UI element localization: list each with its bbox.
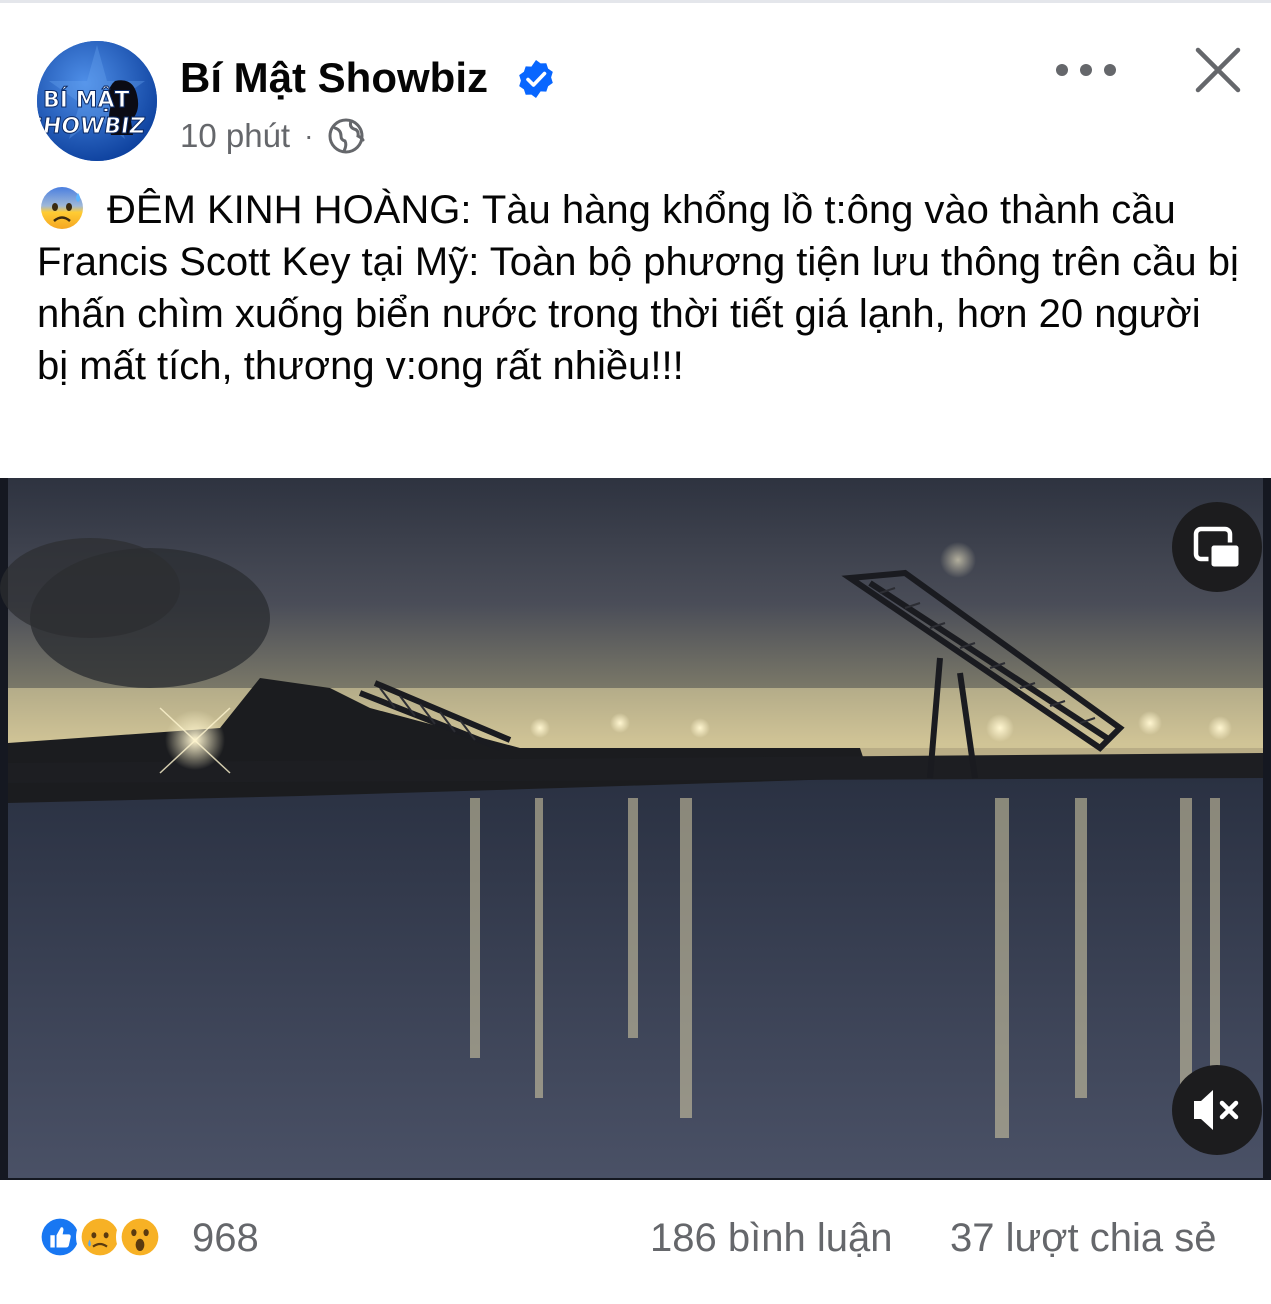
globe-icon xyxy=(328,118,365,154)
more-horizontal-icon xyxy=(1056,64,1068,76)
mute-toggle-button[interactable] xyxy=(1172,1065,1262,1155)
comments-count-link[interactable]: 186 bình luận xyxy=(650,1214,892,1262)
post-time[interactable]: 10 phút xyxy=(180,117,290,155)
svg-text:BÍ MẬT: BÍ MẬT xyxy=(43,86,130,113)
more-options-button[interactable] xyxy=(1056,52,1116,88)
picture-in-picture-button[interactable] xyxy=(1172,502,1262,592)
page-avatar[interactable]: BÍ MẬT SHOWBIZ xyxy=(37,41,157,161)
muted-speaker-icon xyxy=(1194,1090,1239,1130)
svg-text:SHOWBIZ: SHOWBIZ xyxy=(37,113,147,139)
post-caption: ĐÊM KINH HOÀNG: Tàu hàng khổng lồ t:ông … xyxy=(37,184,1242,392)
meta-separator: · xyxy=(304,120,314,151)
close-icon[interactable] xyxy=(1192,44,1244,96)
reactions-summary[interactable] xyxy=(36,1212,164,1262)
post-meta: 10 phút · xyxy=(180,116,365,156)
caption-text: ĐÊM KINH HOÀNG: Tàu hàng khổng lồ t:ông … xyxy=(37,188,1239,388)
video-player[interactable] xyxy=(0,478,1271,1180)
video-frame-bridge-collapse xyxy=(0,478,1271,1180)
more-dot xyxy=(1104,64,1116,76)
wow-icon xyxy=(116,1213,164,1261)
page-name[interactable]: Bí Mật Showbiz xyxy=(180,52,488,104)
top-divider xyxy=(0,0,1271,3)
reaction-count[interactable]: 968 xyxy=(192,1214,259,1262)
verified-badge-icon xyxy=(519,60,553,98)
more-dot xyxy=(1080,64,1092,76)
shares-count-link[interactable]: 37 lượt chia sẻ xyxy=(950,1214,1216,1262)
picture-in-picture-icon xyxy=(1193,526,1242,570)
anxious-face-with-sweat-emoji xyxy=(41,187,83,229)
